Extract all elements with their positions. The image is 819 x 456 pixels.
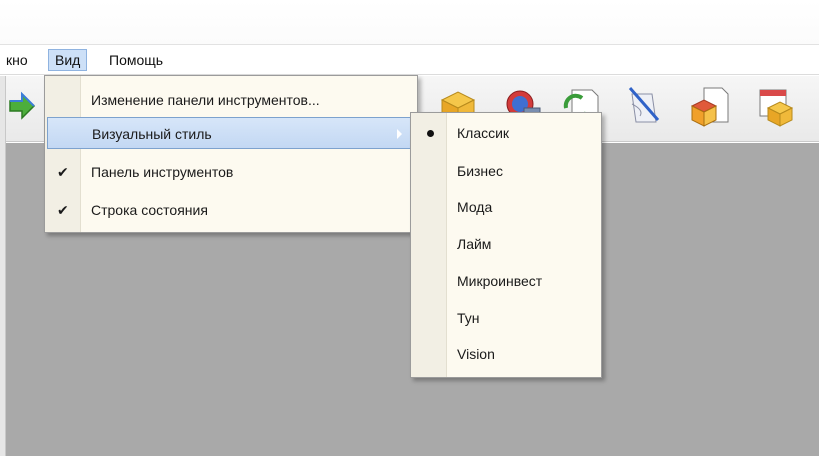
menu-item-label: Бизнес <box>457 163 503 179</box>
menu-item-label: Изменение панели инструментов... <box>91 92 320 108</box>
arrow-icon[interactable] <box>8 82 38 130</box>
menu-item-customize-toolbar[interactable]: Изменение панели инструментов... <box>47 84 415 116</box>
style-item-lime[interactable]: Лайм <box>413 228 599 260</box>
quill-scroll-icon[interactable] <box>622 82 666 130</box>
style-item-business[interactable]: Бизнес <box>413 155 599 187</box>
visual-style-submenu: Классик Бизнес Мода Лайм Микроинвест Тун… <box>410 112 602 378</box>
menu-item-toolbar[interactable]: ✔ Панель инструментов <box>47 156 415 188</box>
style-item-classic[interactable]: Классик <box>413 117 599 149</box>
menu-item-label: Мода <box>457 199 493 215</box>
style-item-microinvest[interactable]: Микроинвест <box>413 265 599 297</box>
menu-item-label: Визуальный стиль <box>92 126 212 142</box>
checkmark-icon: ✔ <box>57 164 69 180</box>
selected-bullet-icon <box>427 130 434 137</box>
document-box-icon[interactable] <box>688 82 732 130</box>
calendar-box-icon[interactable] <box>752 82 796 130</box>
menu-help[interactable]: Помощь <box>103 49 169 71</box>
submenu-arrow-icon <box>397 129 402 139</box>
menu-item-status-bar[interactable]: ✔ Строка состояния <box>47 194 415 226</box>
left-panel-edge <box>0 76 6 456</box>
menu-item-label: Классик <box>457 125 510 141</box>
style-item-vision[interactable]: Vision <box>413 338 599 370</box>
menu-view[interactable]: Вид <box>48 49 88 71</box>
title-bar <box>0 0 819 45</box>
menu-item-label: Панель инструментов <box>91 164 234 180</box>
view-menu: Изменение панели инструментов... Визуаль… <box>44 75 418 233</box>
menu-item-label: Тун <box>457 310 480 326</box>
menu-window[interactable]: кно <box>0 49 34 71</box>
menu-item-label: Лайм <box>457 236 492 252</box>
style-item-fashion[interactable]: Мода <box>413 191 599 223</box>
menu-item-label: Микроинвест <box>457 273 543 289</box>
style-item-toon[interactable]: Тун <box>413 302 599 334</box>
checkmark-icon: ✔ <box>57 202 69 218</box>
menu-item-label: Vision <box>457 346 495 362</box>
menu-item-label: Строка состояния <box>91 202 208 218</box>
menu-item-visual-style[interactable]: Визуальный стиль <box>47 117 411 149</box>
menu-bar: кно Вид Помощь <box>0 45 819 75</box>
